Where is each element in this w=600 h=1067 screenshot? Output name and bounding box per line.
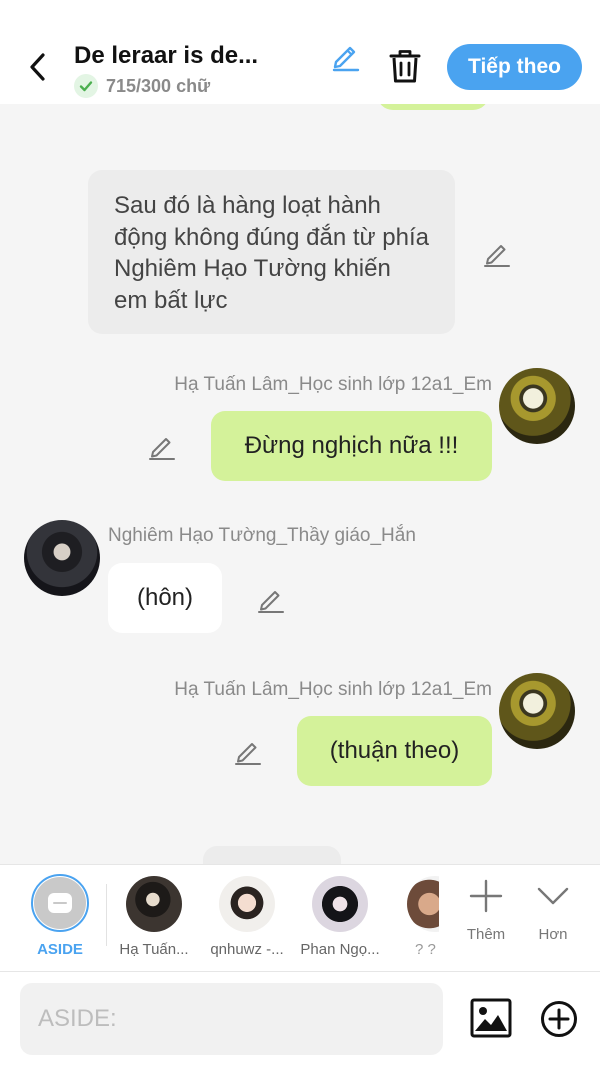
message-bubble[interactable]: (thuận theo) [297, 716, 492, 786]
next-button[interactable]: Tiếp theo [447, 44, 582, 90]
back-arrow-icon [30, 53, 45, 81]
avatar [219, 876, 275, 932]
back-button[interactable] [22, 50, 52, 84]
message-bubble[interactable]: (hôn) [108, 563, 222, 633]
character-item[interactable]: ? ? [389, 874, 439, 966]
word-count-row: 715/300 chữ [74, 73, 210, 99]
edit-message-icon[interactable] [233, 736, 263, 766]
avatar [407, 876, 439, 932]
more-button[interactable]: Hơn [523, 874, 583, 954]
plus-icon [469, 879, 503, 913]
image-icon[interactable] [470, 998, 512, 1038]
narration-bubble[interactable]: Sau đó là hàng loạt hành động không đúng… [88, 170, 455, 334]
story-title[interactable]: De leraar is de... [74, 42, 324, 70]
edit-message-icon[interactable] [256, 584, 286, 614]
avatar[interactable] [499, 673, 575, 749]
edit-message-icon[interactable] [147, 431, 177, 461]
aside-avatar [31, 874, 89, 932]
avatar[interactable] [24, 520, 100, 596]
avatar [312, 876, 368, 932]
sender-name: Hạ Tuấn Lâm_Học sinh lớp 12a1_Em [174, 374, 492, 395]
character-label: qnhuwz -... [210, 941, 284, 958]
add-circle-icon[interactable] [540, 1000, 578, 1038]
chevron-down-icon [537, 887, 569, 905]
add-character-button[interactable]: Thêm [456, 874, 516, 954]
check-icon [74, 74, 98, 98]
character-item[interactable]: qnhuwz -... [204, 874, 290, 966]
add-label: Thêm [466, 926, 506, 943]
character-aside[interactable]: ASIDE [17, 874, 103, 966]
chat-area[interactable]: Sau đó là hàng loạt hành động không đúng… [0, 104, 600, 864]
sender-name: Nghiêm Hạo Tường_Thầy giáo_Hắn [108, 525, 416, 546]
message-bubble[interactable]: Đừng nghịch nữa !!! [211, 411, 492, 481]
avatar[interactable] [499, 368, 575, 444]
divider [106, 884, 107, 946]
character-item[interactable]: Hạ Tuấn... [111, 874, 197, 966]
trash-icon[interactable] [388, 48, 422, 84]
sender-name: Hạ Tuấn Lâm_Học sinh lớp 12a1_Em [174, 679, 492, 700]
top-bar: De leraar is de... 715/300 chữ Tiếp theo [0, 0, 600, 104]
character-label: Phan Ngọ... [300, 941, 380, 958]
partial-message-bubble[interactable] [203, 846, 341, 864]
more-label: Hơn [538, 926, 568, 943]
edit-title-icon[interactable] [330, 40, 362, 72]
input-bar [0, 972, 600, 1067]
word-count: 715/300 chữ [106, 75, 211, 96]
character-label: ASIDE [37, 941, 83, 958]
edit-message-icon[interactable] [482, 238, 512, 268]
message-input[interactable] [20, 983, 443, 1055]
avatar [126, 876, 182, 932]
character-label: ? ? [415, 941, 436, 958]
aside-note-icon [48, 893, 72, 913]
character-label: Hạ Tuấn... [119, 941, 189, 958]
partial-message-bubble[interactable] [377, 104, 489, 110]
character-item[interactable]: Phan Ngọ... [297, 874, 383, 966]
